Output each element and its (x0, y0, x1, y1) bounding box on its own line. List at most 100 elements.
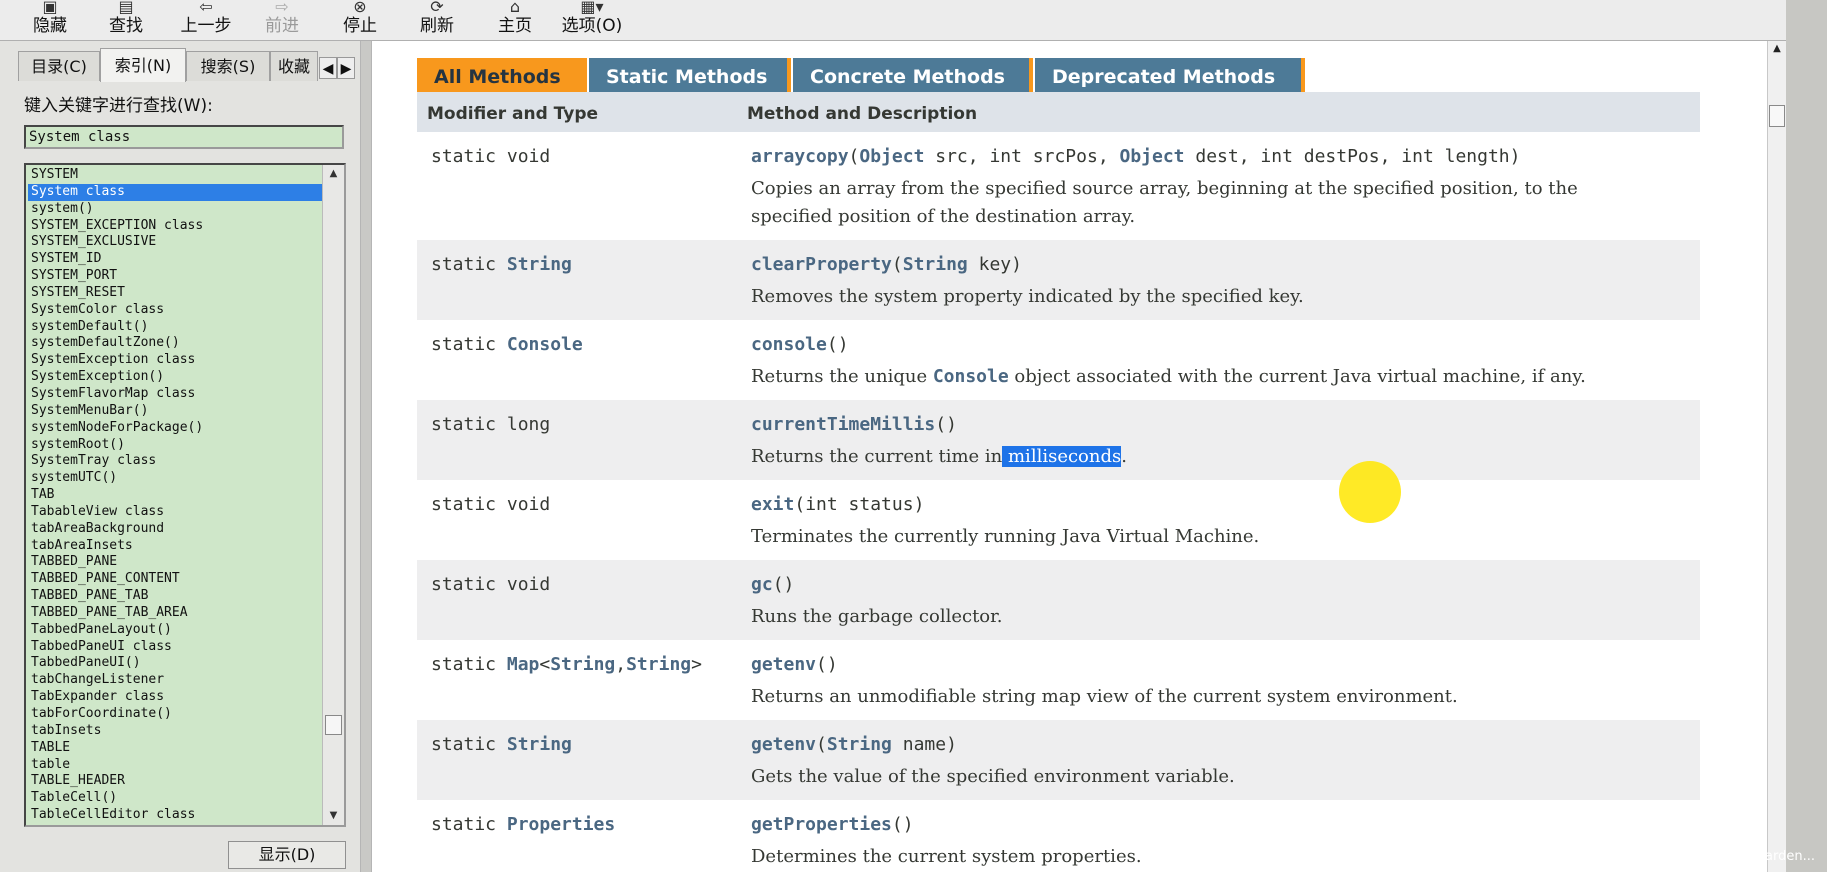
index-list-scrollbar[interactable]: ▲ ▼ (322, 165, 344, 825)
index-list-item[interactable]: TableCellEditor class (28, 807, 322, 824)
index-list-item[interactable]: TABBED_PANE_TAB (28, 588, 322, 605)
find-icon: ▤ (118, 0, 134, 16)
method-signature-link[interactable]: getenv() (751, 654, 838, 675)
index-list-item[interactable]: SYSTEM_EXCLUSIVE (28, 234, 322, 251)
home-icon: ⌂ (509, 0, 521, 16)
method-description: Terminates the currently running Java Vi… (751, 526, 1260, 547)
method-signature-link[interactable]: arraycopy(Object src, int srcPos, Object… (751, 146, 1520, 167)
index-list-item[interactable]: SYSTEM_ID (28, 251, 322, 268)
stop-icon: ⊗ (353, 0, 367, 16)
method-row: static String clearProperty(String key) Re… (417, 240, 1700, 320)
index-list[interactable]: SYSTEM System class system() SYSTEM_EXCEPTI… (24, 163, 346, 827)
method-signature-link[interactable]: getProperties() (751, 814, 914, 835)
find-button[interactable]: ▤ 查找 (104, 0, 148, 40)
toolbar: ▣ 隐藏 ▤ 查找 ⇦ 上一步 ⇨ 前进 ⊗ 停止 ⟳ 刷新 ⌂ 主页 ▦▾ 选… (0, 0, 1786, 41)
window-edge (1786, 0, 1827, 872)
tab-contents[interactable]: 目录(C) (18, 51, 100, 81)
index-list-item[interactable]: systemRoot() (28, 437, 322, 454)
tab-scroll-left-icon[interactable]: ◀ (319, 57, 337, 79)
scroll-down-icon[interactable]: ▼ (323, 807, 344, 825)
index-list-item[interactable]: TabableView class (28, 504, 322, 521)
home-button[interactable]: ⌂ 主页 (494, 0, 536, 40)
method-modifier: static String (431, 254, 572, 275)
options-button[interactable]: ▦▾ 选项(O) (560, 0, 624, 40)
forward-button[interactable]: ⇨ 前进 (258, 0, 306, 40)
index-list-item[interactable]: SYSTEM_PORT (28, 268, 322, 285)
doc-scroll-thumb[interactable] (1769, 105, 1785, 127)
index-list-item[interactable]: TabExpander class (28, 689, 322, 706)
index-list-item[interactable]: TABBED_PANE_CONTENT (28, 571, 322, 588)
method-signature-link[interactable]: exit(int status) (751, 494, 924, 515)
tab-scroll-right-icon[interactable]: ▶ (337, 57, 355, 79)
doc-scroll-up-icon[interactable]: ▲ (1768, 43, 1786, 54)
method-description: Returns the current time in milliseconds… (751, 446, 1127, 467)
index-list-item[interactable]: TabbedPaneUI class (28, 639, 322, 656)
index-list-item[interactable]: systemDefault() (28, 319, 322, 336)
stop-button[interactable]: ⊗ 停止 (340, 0, 380, 40)
index-list-item[interactable]: TAB (28, 487, 322, 504)
method-signature-link[interactable]: clearProperty(String key) (751, 254, 1022, 275)
column-header-method: Method and Description (747, 104, 978, 124)
index-list-item[interactable]: SystemFlavorMap class (28, 386, 322, 403)
method-modifier: static Console (431, 334, 583, 355)
hide-button[interactable]: ▣ 隐藏 (28, 0, 72, 40)
back-icon: ⇦ (199, 0, 213, 16)
method-modifier: static Properties (431, 814, 616, 835)
tab-deprecated-methods[interactable]: Deprecated Methods (1035, 58, 1305, 92)
method-signature-link[interactable]: getenv(String name) (751, 734, 957, 755)
index-list-item[interactable]: TABLE_HEADER (28, 773, 322, 790)
index-list-item[interactable]: TabbedPaneLayout() (28, 622, 322, 639)
method-signature-link[interactable]: currentTimeMillis() (751, 414, 957, 435)
index-list-item[interactable]: SystemTray class (28, 453, 322, 470)
back-button[interactable]: ⇦ 上一步 (176, 0, 236, 40)
method-signature-link[interactable]: gc() (751, 574, 794, 595)
keyword-input[interactable]: System class (24, 125, 344, 149)
index-list-item[interactable]: systemDefaultZone() (28, 335, 322, 352)
scroll-thumb[interactable] (325, 715, 342, 735)
method-row: static String getenv(String name) Gets the… (417, 720, 1700, 800)
index-list-item[interactable]: SystemMenuBar() (28, 403, 322, 420)
index-list-item[interactable]: SystemException() (28, 369, 322, 386)
index-list-item[interactable]: tabForCoordinate() (28, 706, 322, 723)
method-signature-link[interactable]: console() (751, 334, 849, 355)
index-list-item[interactable]: TABBED_PANE (28, 554, 322, 571)
index-list-item[interactable]: System class (28, 183, 322, 201)
index-list-item[interactable]: tabChangeListener (28, 672, 322, 689)
tab-favorites[interactable]: 收藏 (270, 51, 318, 81)
scroll-up-icon[interactable]: ▲ (323, 165, 344, 183)
method-row: static void arraycopy(Object src, int src… (417, 132, 1700, 240)
index-list-item[interactable]: TableCell() (28, 790, 322, 807)
tab-concrete-methods[interactable]: Concrete Methods (793, 58, 1033, 92)
index-list-item[interactable]: SYSTEM_EXCEPTION class (28, 218, 322, 235)
index-list-item[interactable]: SystemException class (28, 352, 322, 369)
index-list-item[interactable]: TABBED_PANE_TAB_AREA (28, 605, 322, 622)
doc-scrollbar[interactable]: ▲ (1767, 41, 1786, 872)
tab-all-methods[interactable]: All Methods (417, 58, 587, 92)
pane-splitter[interactable] (360, 41, 372, 872)
index-list-item[interactable]: SYSTEM (28, 167, 322, 184)
index-list-item[interactable]: tabAreaBackground (28, 521, 322, 538)
index-list-item[interactable]: table (28, 757, 322, 774)
index-list-item[interactable]: TabbedPaneUI() (28, 655, 322, 672)
refresh-button[interactable]: ⟳ 刷新 (416, 0, 458, 40)
options-icon: ▦▾ (580, 0, 604, 16)
method-description: Gets the value of the specified environm… (751, 766, 1235, 787)
display-button[interactable]: 显示(D) (228, 841, 346, 869)
index-list-item[interactable]: systemNodeForPackage() (28, 420, 322, 437)
tab-static-methods[interactable]: Static Methods (589, 58, 791, 92)
tab-index[interactable]: 索引(N) (100, 48, 186, 82)
tab-scroll-arrows: ◀ ▶ (319, 57, 359, 79)
watermark: CSDN @harden... (1702, 849, 1815, 864)
doc-content: All Methods Static Methods Concrete Meth… (372, 41, 1767, 872)
index-list-item[interactable]: system() (28, 201, 322, 218)
index-list-item[interactable]: SYSTEM_RESET (28, 285, 322, 302)
tab-search[interactable]: 搜索(S) (186, 51, 270, 81)
index-list-item[interactable]: tabAreaInsets (28, 538, 322, 555)
method-row: static Properties getProperties() Determin… (417, 800, 1700, 872)
method-row: static Console console() Returns the uniqu… (417, 320, 1700, 400)
index-list-item[interactable]: systemUTC() (28, 470, 322, 487)
method-row: static void exit(int status) Terminates th… (417, 480, 1700, 560)
index-list-item[interactable]: TABLE (28, 740, 322, 757)
index-list-item[interactable]: SystemColor class (28, 302, 322, 319)
index-list-item[interactable]: tabInsets (28, 723, 322, 740)
